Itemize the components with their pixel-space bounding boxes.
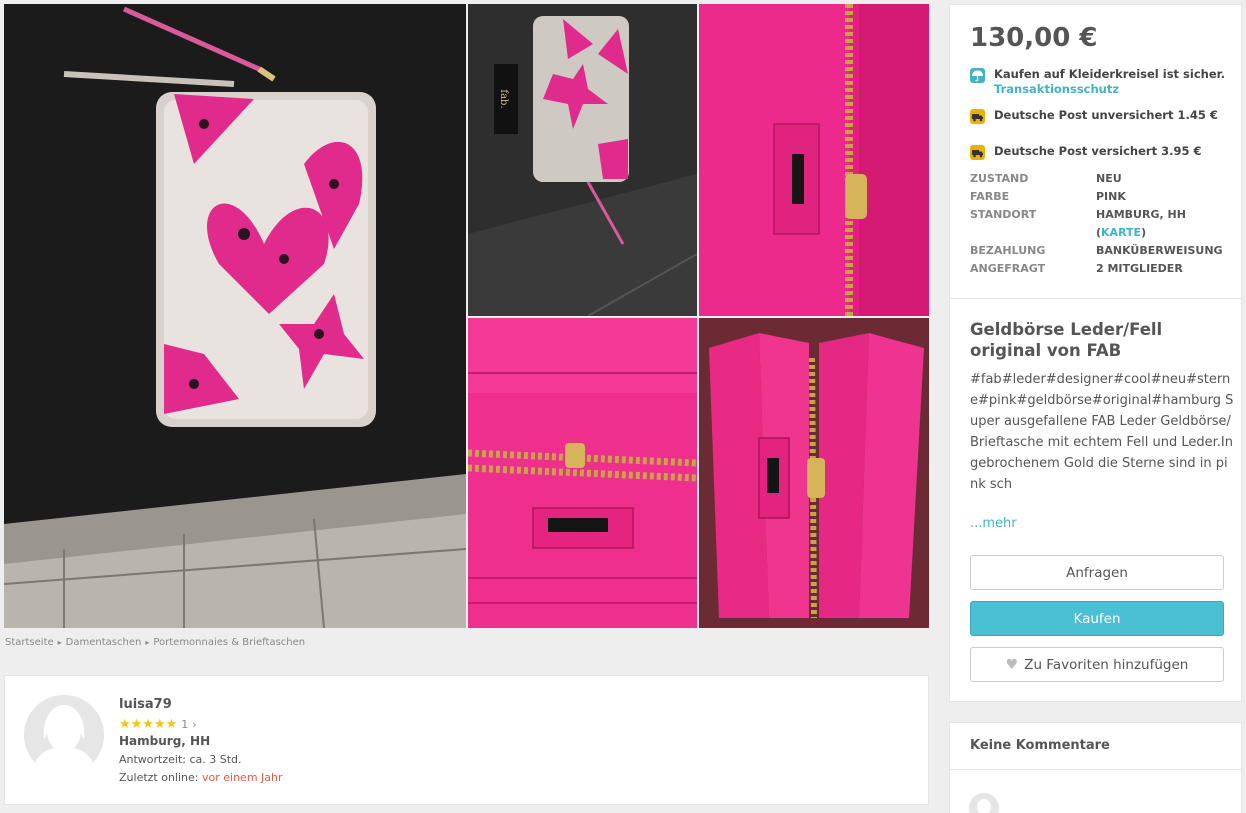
breadcrumb-damentaschen[interactable]: Damentaschen [66,637,142,648]
breadcrumb-portemonnaies[interactable]: Portemonnaies & Brieftaschen [153,637,305,648]
listing-description: #fab#leder#designer#cool#neu#sterne#pink… [970,372,1234,492]
favorite-label: Zu Favoriten hinzufügen [1024,657,1189,673]
breadcrumb: Startseite ▸ Damentaschen ▸ Portemonnaies & … [5,637,305,648]
product-photo-5[interactable] [699,318,929,628]
shipping-option-label: Deutsche Post versichert 3.95 € [994,144,1202,158]
attr-payment: BEZAHLUNG BANKÜBERWEISUNG [970,242,1235,260]
attr-key: STANDORT [970,208,1037,221]
attr-value: NEU [1096,172,1122,185]
seller-last-online: Zuletzt online: vor einem Jahr [119,771,283,784]
protection-text: Kaufen auf Kleiderkreisel ist sicher. [994,67,1226,81]
shipping-option-2: Deutsche Post versichert 3.95 € [970,144,1235,160]
attr-value: HAMBURG, HH (KARTE) [1096,208,1186,239]
seller-avatar[interactable] [24,695,104,775]
user-avatar [969,793,999,813]
seller-city: Hamburg, HH [119,734,211,748]
read-more-link[interactable]: ...mehr [970,516,1017,531]
chevron-right-icon: ▸ [145,638,150,647]
attr-key: FARBE [970,190,1010,203]
attr-value: PINK [1096,190,1126,203]
seller-username[interactable]: luisa79 [119,697,172,712]
comments-title: Keine Kommentare [970,738,1110,753]
umbrella-icon [970,68,985,83]
truck-icon [970,109,985,124]
location-value: HAMBURG, HH [1096,208,1186,221]
chevron-right-icon: ▸ [57,638,62,647]
seller-response-time: Antwortzeit: ca. 3 Std. [119,753,242,766]
product-photo-4[interactable] [468,318,697,628]
attr-requested: ANGEFRAGT 2 MITGLIEDER [970,260,1235,278]
attr-value: BANKÜBERWEISUNG [1096,244,1223,257]
main-product-photo[interactable] [4,4,466,628]
seller-rating[interactable]: ★★★★★ 1 › [119,717,197,732]
attr-value: 2 MITGLIEDER [1096,262,1183,275]
product-photo-3[interactable] [699,4,929,316]
listing-details-panel: 130,00 € Kaufen auf Kleiderkreisel ist s… [949,4,1242,702]
star-rating-icons: ★★★★★ [119,717,178,732]
attr-key: ANGEFRAGT [970,262,1046,275]
last-online-value: vor einem Jahr [202,771,283,784]
shipping-option-1: Deutsche Post unversichert 1.45 € [970,108,1235,124]
ask-button[interactable]: Anfragen [970,555,1224,590]
attr-color: FARBE PINK [970,188,1235,206]
transaction-protection-link[interactable]: Transaktionsschutz [994,82,1119,96]
attr-key: ZUSTAND [970,172,1029,185]
review-count: 1 [181,718,189,731]
attr-condition: ZUSTAND NEU [970,170,1235,188]
buy-button[interactable]: Kaufen [970,601,1224,636]
attr-location: STANDORT HAMBURG, HH (KARTE) [970,206,1235,242]
seller-card: luisa79 ★★★★★ 1 › Hamburg, HH Antwortzeit:… [4,675,929,805]
divider [950,298,1241,299]
heart-icon: ♥ [1005,657,1019,673]
listing-title: Geldbörse Leder/Fell original von FAB [970,320,1163,360]
last-online-label: Zuletzt online: [119,771,199,784]
shipping-option-label: Deutsche Post unversichert 1.45 € [994,108,1218,122]
breadcrumb-home[interactable]: Startseite [5,637,54,648]
attr-key: BEZAHLUNG [970,244,1046,257]
price: 130,00 € [970,23,1098,53]
comments-panel: Keine Kommentare [949,722,1242,813]
map-link[interactable]: KARTE [1101,226,1141,239]
brand-tag-text: fab. [498,89,509,108]
chevron-right-icon: › [192,718,197,731]
divider [950,769,1241,770]
truck-icon [970,145,985,160]
buyer-protection-row: Kaufen auf Kleiderkreisel ist sicher. Tr… [970,67,1235,97]
product-photo-2[interactable]: fab. [468,4,697,316]
add-to-favorites-button[interactable]: ♥ Zu Favoriten hinzufügen [970,647,1224,682]
